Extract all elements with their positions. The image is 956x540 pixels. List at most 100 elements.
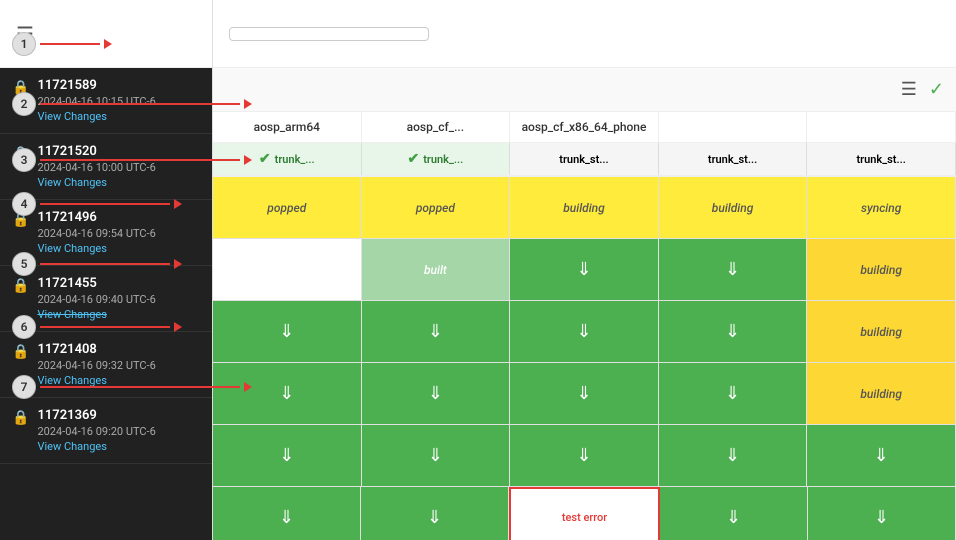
grid-row-11721369: ⇓ ⇓ test error ⇓ ⇓	[213, 487, 956, 540]
grid-cell-11721369-0[interactable]: ⇓	[213, 487, 361, 540]
data-grid: poppedpoppedbuildingbuildingsyncingbuilt…	[213, 177, 956, 540]
build-date-11721408: 2024-04-16 09:32 UTC-6	[37, 359, 155, 372]
download-icon: ⇓	[725, 383, 740, 404]
grid-cell-11721369-2: test error	[509, 487, 660, 540]
grid-cell-11721496-1[interactable]: ⇓	[362, 301, 511, 362]
build-number-11721496: 11721496	[37, 210, 155, 225]
build-info-11721520: 11721520 2024-04-16 10:00 UTC-6 View Cha…	[37, 144, 155, 189]
grid-row-11721455: ⇓⇓⇓⇓building	[213, 363, 956, 425]
grid-cell-11721455-0[interactable]: ⇓	[213, 363, 362, 424]
download-icon: ⇓	[428, 383, 443, 404]
check-icon-0: ✔	[259, 151, 271, 167]
build-info-11721455: 11721455 2024-04-16 09:40 UTC-6 View Cha…	[37, 276, 155, 321]
build-item-11721408: 🔒 11721408 2024-04-16 09:32 UTC-6 View C…	[0, 332, 212, 398]
chevron-down-icon[interactable]: ✓	[929, 79, 944, 100]
download-icon: ⇓	[725, 321, 740, 342]
view-changes-11721520[interactable]: View Changes	[37, 176, 155, 189]
branch-input-container[interactable]	[229, 27, 429, 41]
build-info-11721408: 11721408 2024-04-16 09:32 UTC-6 View Cha…	[37, 342, 155, 387]
grid-cell-11721408-4[interactable]: ⇓	[807, 425, 956, 486]
check-icon-1: ✔	[408, 151, 420, 167]
download-icon: ⇓	[576, 383, 591, 404]
grid-cell-11721496-4: building	[807, 301, 956, 362]
build-number-11721369: 11721369	[37, 408, 155, 423]
grid-cell-11721589-3: building	[659, 177, 808, 238]
grid-cell-11721589-0: popped	[213, 177, 362, 238]
build-item-11721369: 🔒 11721369 2024-04-16 09:20 UTC-6 View C…	[0, 398, 212, 464]
branch-label-1: trunk_...	[423, 153, 463, 166]
branch-label-3: trunk_st...	[708, 153, 757, 166]
build-item-11721496: 🔒 11721496 2024-04-16 09:54 UTC-6 View C…	[0, 200, 212, 266]
branch-cell-4: trunk_st...	[807, 143, 956, 175]
grid-cell-11721369-1[interactable]: ⇓	[361, 487, 509, 540]
grid-cell-11721455-1[interactable]: ⇓	[362, 363, 511, 424]
grid-cell-11721496-0[interactable]: ⇓	[213, 301, 362, 362]
branch-cell-3: trunk_st...	[659, 143, 808, 175]
menu-icon[interactable]: ☰	[16, 22, 34, 46]
grid-cell-11721589-4: syncing	[807, 177, 956, 238]
download-icon: ⇓	[576, 445, 591, 466]
download-icon: ⇓	[725, 259, 740, 280]
branch-label-0: trunk_...	[275, 153, 315, 166]
download-icon: ⇓	[576, 259, 591, 280]
download-icon: ⇓	[279, 507, 294, 528]
filter-bar: ☰ ✓	[213, 68, 956, 112]
grid-cell-11721369-4[interactable]: ⇓	[808, 487, 956, 540]
view-changes-11721408[interactable]: View Changes	[37, 374, 155, 387]
grid-cell-11721496-3[interactable]: ⇓	[659, 301, 808, 362]
grid-cell-11721455-2[interactable]: ⇓	[510, 363, 659, 424]
top-bar	[213, 0, 956, 68]
grid-cell-11721369-3[interactable]: ⇓	[660, 487, 808, 540]
col-header-1: aosp_cf_...	[362, 112, 511, 142]
grid-row-11721496: ⇓ ⇓ ⇓ ⇓ building	[213, 301, 956, 363]
grid-cell-11721496-2[interactable]: ⇓	[510, 301, 659, 362]
build-item-11721455: 🔒 11721455 2024-04-16 09:40 UTC-6 View C…	[0, 266, 212, 332]
lock-icon-11721369: 🔒	[12, 410, 29, 426]
build-date-11721589: 2024-04-16 10:15 UTC-6	[37, 95, 155, 108]
grid-cell-11721589-2: building	[510, 177, 659, 238]
download-icon: ⇓	[279, 445, 294, 466]
sidebar: ☰ 🔒 11721589 2024-04-16 10:15 UTC-6 View…	[0, 0, 213, 540]
build-list: 🔒 11721589 2024-04-16 10:15 UTC-6 View C…	[0, 68, 212, 540]
build-info-11721589: 11721589 2024-04-16 10:15 UTC-6 View Cha…	[37, 78, 155, 123]
grid-cell-11721520-3[interactable]: ⇓	[659, 239, 808, 300]
branch-status-row: ✔trunk_...✔trunk_...trunk_st...trunk_st.…	[213, 143, 956, 177]
download-icon: ⇓	[874, 445, 889, 466]
grid-cell-11721455-3[interactable]: ⇓	[659, 363, 808, 424]
build-date-11721455: 2024-04-16 09:40 UTC-6	[37, 293, 155, 306]
main-content: ☰ ✓ aosp_arm64aosp_cf_...aosp_cf_x86_64_…	[213, 0, 956, 540]
grid-cell-11721408-0[interactable]: ⇓	[213, 425, 362, 486]
build-item-11721520: 🔒 11721520 2024-04-16 10:00 UTC-6 View C…	[0, 134, 212, 200]
view-changes-11721369[interactable]: View Changes	[37, 440, 155, 453]
download-icon: ⇓	[427, 507, 442, 528]
download-icon: ⇓	[279, 321, 294, 342]
view-changes-11721496[interactable]: View Changes	[37, 242, 155, 255]
download-icon: ⇓	[725, 445, 740, 466]
view-changes-11721455[interactable]: View Changes	[37, 308, 155, 321]
grid-cell-11721408-1[interactable]: ⇓	[362, 425, 511, 486]
branch-cell-2: trunk_st...	[510, 143, 659, 175]
branch-cell-0: ✔ trunk_...	[213, 143, 362, 175]
grid-cell-11721520-4: building	[807, 239, 956, 300]
grid-cell-11721520-0	[213, 239, 362, 300]
branch-label-4: trunk_st...	[856, 153, 905, 166]
build-info-11721369: 11721369 2024-04-16 09:20 UTC-6 View Cha…	[37, 408, 155, 453]
grid-cell-11721408-3[interactable]: ⇓	[659, 425, 808, 486]
sidebar-header: ☰	[0, 0, 212, 68]
col-header-4	[807, 112, 956, 142]
build-date-11721496: 2024-04-16 09:54 UTC-6	[37, 227, 155, 240]
column-headers: aosp_arm64aosp_cf_...aosp_cf_x86_64_phon…	[213, 112, 956, 143]
filter-icon[interactable]: ☰	[901, 79, 917, 100]
view-changes-11721589[interactable]: View Changes	[37, 110, 155, 123]
download-icon: ⇓	[726, 507, 741, 528]
build-item-11721589: 🔒 11721589 2024-04-16 10:15 UTC-6 View C…	[0, 68, 212, 134]
download-icon: ⇓	[576, 321, 591, 342]
grid-cell-11721520-1: built	[362, 239, 511, 300]
grid-cell-11721589-1: popped	[362, 177, 511, 238]
grid-cell-11721520-2[interactable]: ⇓	[510, 239, 659, 300]
grid-cell-11721408-2[interactable]: ⇓	[510, 425, 659, 486]
build-date-11721520: 2024-04-16 10:00 UTC-6	[37, 161, 155, 174]
download-icon: ⇓	[428, 445, 443, 466]
build-number-11721455: 11721455	[37, 276, 155, 291]
lock-icon-11721455: 🔒	[12, 278, 29, 294]
